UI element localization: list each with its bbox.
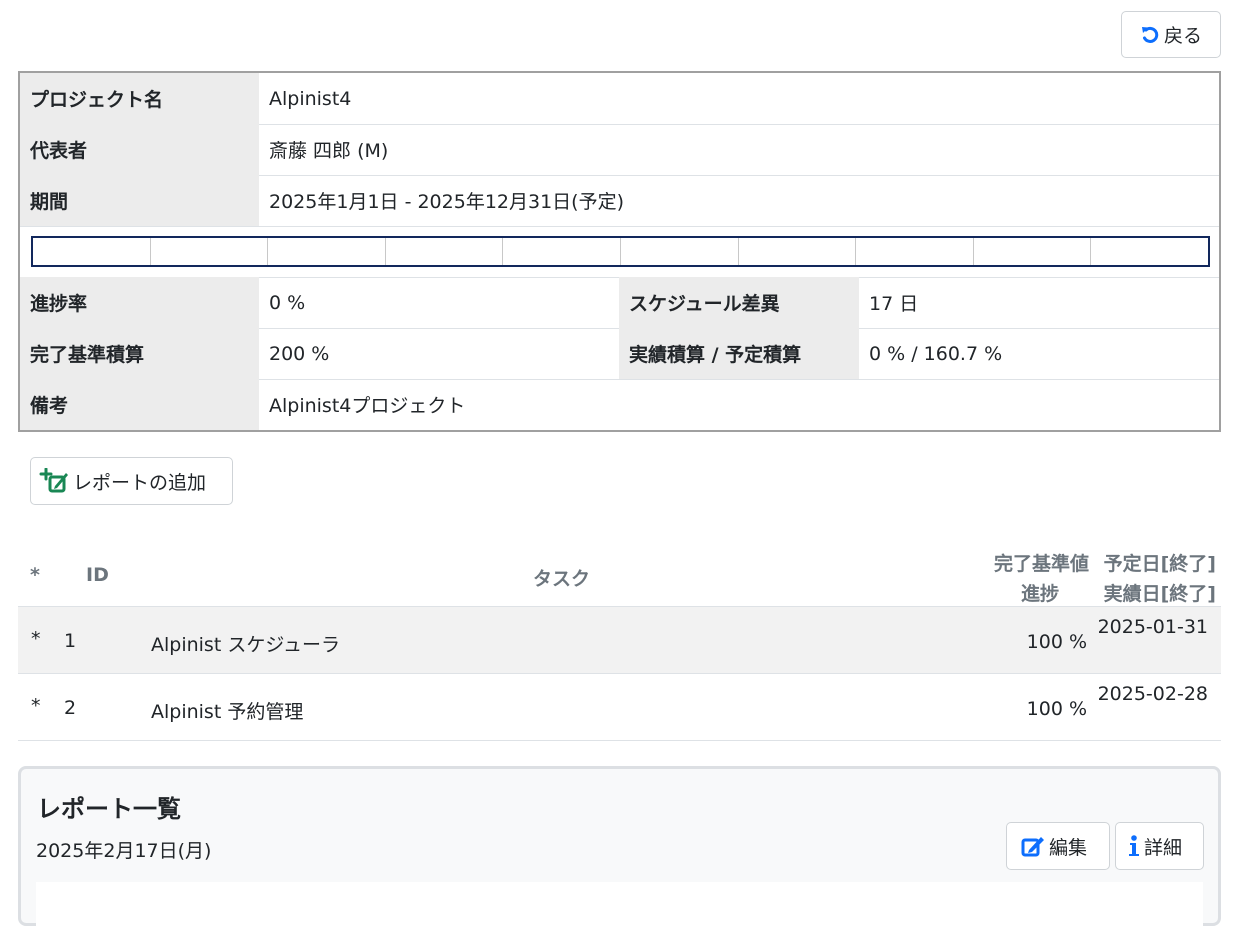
add-report-label: レポートの追加 [73, 471, 207, 494]
project-name-value: Alpinist4 [269, 87, 352, 110]
report-list-card: レポート一覧 2025年2月17日(月) 編集 詳細 [18, 766, 1221, 942]
period-value: 2025年1月1日 - 2025年12月31日(予定) [269, 191, 624, 213]
add-report-button[interactable]: レポートの追加 [30, 457, 233, 505]
back-button[interactable]: 戻る [1121, 11, 1221, 58]
task-date: 2025-02-28 [1097, 683, 1208, 705]
task-header: タスク [533, 568, 591, 590]
note-value: Alpinist4プロジェクト [269, 395, 466, 417]
task-id: 1 [64, 630, 77, 652]
schedule-diff-value: 17 日 [869, 293, 919, 315]
progress-rate-value: 0 % [269, 291, 306, 314]
progress-header: 進捗 [1020, 583, 1059, 605]
progress-row: 進捗率 0 % スケジュール差異 17 日 [20, 277, 1219, 329]
report-body [36, 882, 1203, 942]
note-row: 備考 Alpinist4プロジェクト [20, 379, 1219, 430]
note-label: 備考 [20, 379, 259, 430]
info-icon [1128, 835, 1140, 857]
actual-label: 実績積算 / 予定積算 [619, 328, 859, 379]
edit-label: 編集 [1049, 836, 1088, 859]
table-row[interactable]: * 2 Alpinist 予約管理 100 % 2025-02-28 [18, 674, 1221, 741]
edit-button[interactable]: 編集 [1006, 822, 1110, 870]
task-date: 2025-01-31 [1097, 616, 1208, 638]
id-header: ID [86, 564, 109, 586]
task-progress: 100 % [1026, 631, 1087, 653]
back-label: 戻る [1163, 25, 1202, 47]
task-id: 2 [64, 697, 77, 719]
planned-date-header: 予定日[終了] [1103, 553, 1216, 575]
baseline-row: 完了基準積算 200 % 実績積算 / 予定積算 0 % / 160.7 % [20, 328, 1219, 380]
progress-rate-label: 進捗率 [20, 277, 259, 328]
project-info-table: プロジェクト名 Alpinist4 代表者 斎藤 四郎 (M) 期間 2025年… [18, 71, 1221, 432]
period-row: 期間 2025年1月1日 - 2025年12月31日(予定) [20, 175, 1219, 227]
report-list-title: レポート一覧 [37, 795, 181, 823]
representative-label: 代表者 [20, 124, 259, 175]
star-header: * [30, 564, 40, 586]
progress-gauge-row [20, 226, 1219, 278]
detail-label: 詳細 [1144, 836, 1183, 859]
task-name: Alpinist スケジューラ [151, 634, 340, 656]
project-name-row: プロジェクト名 Alpinist4 [20, 73, 1219, 125]
task-star: * [31, 628, 41, 650]
period-label: 期間 [20, 175, 259, 226]
baseline-value: 200 % [269, 342, 330, 365]
detail-button[interactable]: 詳細 [1115, 822, 1204, 870]
task-star: * [31, 695, 41, 717]
task-progress: 100 % [1026, 698, 1087, 720]
baseline-header: 完了基準値 [993, 553, 1089, 575]
actual-value: 0 % / 160.7 % [869, 342, 1003, 365]
progress-gauge [31, 236, 1210, 267]
actual-date-header: 実績日[終了] [1103, 583, 1216, 605]
schedule-diff-label: スケジュール差異 [619, 277, 859, 328]
edit-icon [1021, 835, 1045, 857]
baseline-label: 完了基準積算 [20, 328, 259, 379]
task-name: Alpinist 予約管理 [151, 701, 304, 723]
add-note-icon [39, 468, 69, 494]
report-date: 2025年2月17日(月) [36, 840, 212, 862]
undo-icon [1140, 25, 1160, 45]
table-row[interactable]: * 1 Alpinist スケジューラ 100 % 2025-01-31 [18, 607, 1221, 674]
project-name-label: プロジェクト名 [20, 73, 259, 124]
representative-value: 斎藤 四郎 (M) [269, 140, 389, 162]
representative-row: 代表者 斎藤 四郎 (M) [20, 124, 1219, 176]
